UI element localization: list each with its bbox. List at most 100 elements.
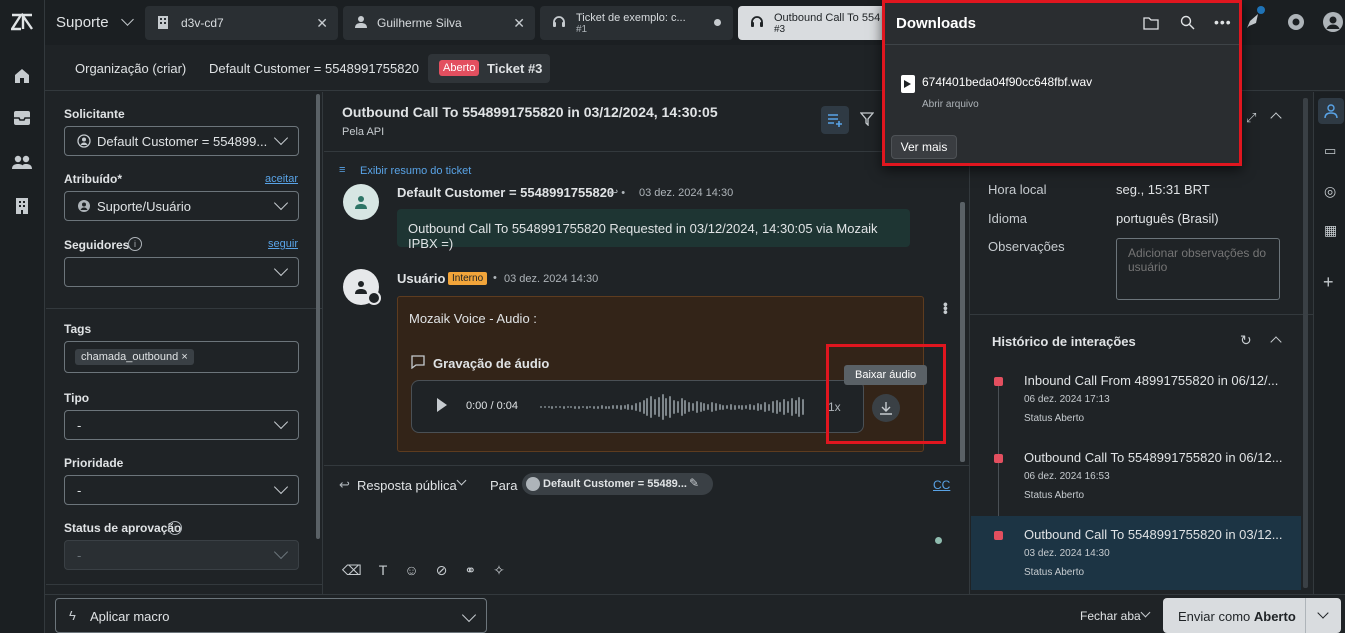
message-bubble: Outbound Call To 5548991755820 Requested…	[397, 209, 910, 251]
tab-ticket-1[interactable]: Ticket de exemplo: c... #1	[540, 6, 733, 40]
comment-icon	[411, 355, 425, 372]
zendesk-logo-icon[interactable]	[10, 10, 34, 34]
help-icon[interactable]	[1287, 13, 1305, 34]
more-options-icon[interactable]: •••	[1214, 14, 1232, 30]
edit-pencil-icon[interactable]: ✎	[689, 476, 699, 490]
workspace-switcher[interactable]: Suporte	[56, 13, 134, 31]
scrollbar[interactable]	[960, 202, 965, 462]
followers-field[interactable]	[64, 257, 299, 287]
close-icon[interactable]: ✕	[316, 15, 328, 32]
rocket-icon[interactable]	[1243, 6, 1265, 35]
tab-organization[interactable]: d3v-cd7 ✕	[145, 6, 338, 40]
divider	[46, 308, 323, 309]
tab-user[interactable]: Guilherme Silva ✕	[343, 6, 535, 40]
priority-label: Prioridade	[64, 456, 124, 470]
home-icon[interactable]	[10, 64, 34, 88]
tags-field[interactable]: chamada_outbound ×	[64, 341, 299, 373]
history-item[interactable]: Outbound Call To 5548991755820 in 06/12.…	[971, 441, 1301, 509]
customers-icon[interactable]	[10, 150, 34, 174]
history-item[interactable]: Inbound Call From 48991755820 in 06/12/.…	[971, 364, 1301, 432]
chevron-down-icon[interactable]	[1140, 607, 1151, 618]
follow-link[interactable]: seguir	[268, 238, 298, 250]
link-icon[interactable]: ⚭	[464, 562, 476, 579]
attachment-icon[interactable]: ⊘	[436, 562, 448, 579]
waveform-bar	[707, 404, 710, 410]
summary-link[interactable]: Exibir resumo do ticket	[360, 165, 471, 177]
open-file-link[interactable]: Abrir arquivo	[922, 99, 979, 110]
ticket-channel: Pela API	[342, 126, 385, 138]
inbox-icon[interactable]	[10, 106, 34, 130]
plus-icon[interactable]: +	[1323, 272, 1334, 293]
see-more-button[interactable]: Ver mais	[891, 135, 957, 159]
history-item-title: Inbound Call From 48991755820 in 06/12/.…	[1024, 373, 1279, 388]
chevron-down-icon[interactable]	[1317, 607, 1329, 619]
magic-wand-icon[interactable]: ✧	[493, 562, 505, 579]
apply-macro-select[interactable]: ϟ Aplicar macro	[55, 598, 487, 633]
popout-icon[interactable]: ⤢	[1246, 110, 1256, 126]
history-item-selected[interactable]: Outbound Call To 5548991755820 in 03/12.…	[971, 516, 1301, 590]
assignee-field[interactable]: Suporte/Usuário	[64, 191, 299, 221]
check-circle-icon[interactable]: ◎	[1324, 183, 1336, 200]
organizations-icon[interactable]	[10, 194, 34, 218]
chevron-up-icon[interactable]	[1270, 112, 1282, 124]
remove-tag-icon[interactable]: ×	[181, 351, 187, 363]
recipient-chip[interactable]: Default Customer = 55489... ✎	[522, 473, 713, 495]
waveform-bar	[764, 402, 767, 412]
text-format-icon[interactable]: T	[379, 562, 388, 579]
requester-field[interactable]: Default Customer = 554899...	[64, 126, 299, 156]
approval-field: -	[64, 540, 299, 570]
info-icon[interactable]: i	[128, 237, 142, 251]
unsaved-dot-icon	[714, 19, 721, 26]
waveform-bar	[631, 404, 634, 410]
filter-icon[interactable]	[859, 112, 875, 129]
emoji-icon[interactable]: ☺	[404, 562, 418, 579]
download-item[interactable]: 674f401beda04f90cc648fbf.wav Abrir arqui…	[885, 59, 1239, 115]
close-icon[interactable]: ✕	[513, 15, 525, 32]
lightning-icon: ϟ	[69, 608, 76, 623]
breadcrumb-customer[interactable]: Default Customer = 5548991755820	[209, 61, 419, 76]
close-tab-button[interactable]: Fechar aba	[1080, 609, 1141, 623]
chevron-down-icon[interactable]	[456, 475, 467, 486]
search-icon[interactable]	[1180, 15, 1195, 33]
apps-icon[interactable]: ▦	[1324, 222, 1337, 239]
avatar[interactable]	[1323, 12, 1343, 35]
tab-label: d3v-cd7	[181, 16, 224, 30]
scrollbar[interactable]	[1303, 98, 1308, 588]
waveform-bar	[676, 401, 679, 413]
message-body: Outbound Call To 5548991755820 Requested…	[408, 221, 878, 251]
waveform-bar	[608, 405, 611, 409]
more-options-icon[interactable]: •••	[938, 302, 954, 314]
waveform-bar	[775, 400, 778, 414]
summary-icon: ≡	[339, 164, 346, 176]
breadcrumb-org[interactable]: Organização (criar)	[75, 61, 186, 76]
audio-waveform[interactable]	[540, 387, 808, 427]
add-note-button[interactable]	[821, 106, 849, 134]
context-bar: ▭ ◎ ▦ +	[1313, 92, 1345, 594]
waveform-bar	[730, 404, 732, 410]
chevron-up-icon[interactable]	[1270, 336, 1282, 348]
breadcrumb-ticket[interactable]: Aberto Ticket #3	[428, 54, 550, 83]
chat-icon[interactable]: ▭	[1324, 143, 1336, 159]
scrollbar[interactable]	[316, 94, 320, 539]
cc-link[interactable]: CC	[933, 478, 950, 492]
info-icon[interactable]: i	[168, 521, 182, 535]
eraser-icon[interactable]: ⌫	[342, 562, 362, 579]
type-field[interactable]: -	[64, 410, 299, 440]
divider	[46, 584, 323, 585]
tab-ticket-3[interactable]: Outbound Call To 554 #3	[738, 6, 898, 40]
take-it-link[interactable]: aceitar	[265, 173, 298, 185]
message-author[interactable]: Default Customer = 5548991755820	[397, 185, 614, 200]
play-icon[interactable]	[437, 398, 447, 412]
refresh-icon[interactable]: ↻	[1240, 332, 1252, 349]
download-audio-button[interactable]	[872, 394, 900, 422]
history-item-date: 06 dez. 2024 17:13	[1024, 394, 1110, 405]
notes-input[interactable]	[1116, 238, 1280, 300]
message-author[interactable]: Usuário	[397, 271, 445, 286]
reply-mode-selector[interactable]: Resposta pública	[357, 478, 457, 493]
submit-button[interactable]: Enviar como Aberto	[1163, 598, 1341, 633]
tag-chip[interactable]: chamada_outbound ×	[75, 349, 194, 365]
user-icon[interactable]	[1318, 98, 1344, 124]
waveform-bar	[722, 404, 725, 410]
priority-field[interactable]: -	[64, 475, 299, 505]
folder-icon[interactable]	[1143, 16, 1159, 33]
